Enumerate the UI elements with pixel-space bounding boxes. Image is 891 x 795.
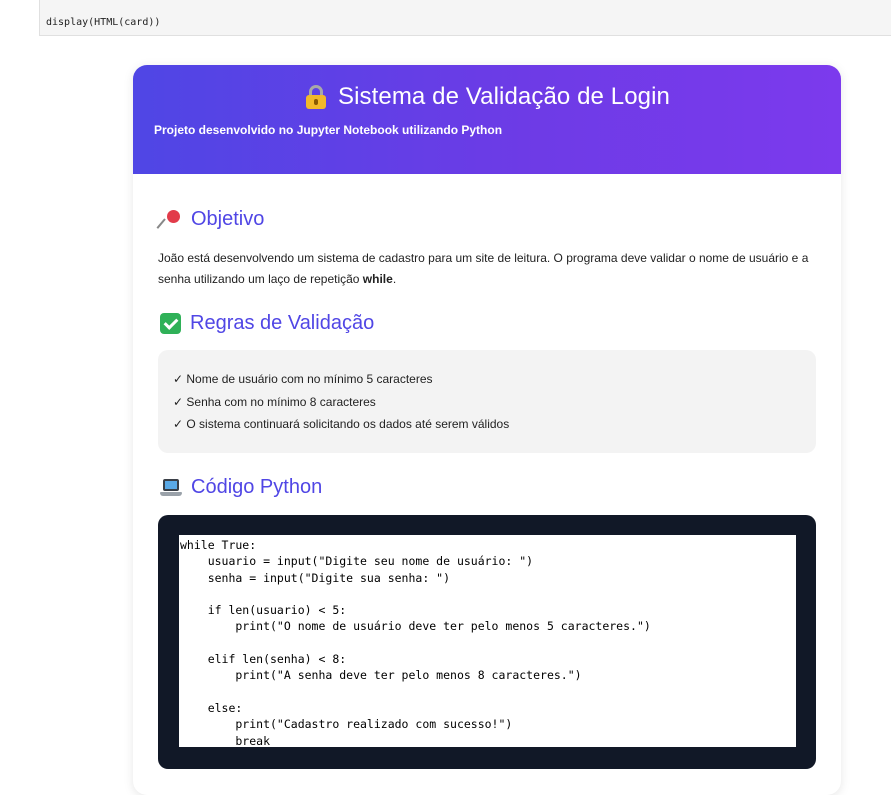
card-title: Sistema de Validação de Login bbox=[337, 83, 670, 110]
code-block: while True: usuario = input("Digite seu … bbox=[158, 515, 816, 769]
lock-icon bbox=[304, 84, 328, 110]
objetivo-text-end: . bbox=[392, 272, 397, 286]
card-header: Sistema de Validação de Login Projeto de… bbox=[133, 65, 841, 174]
while-keyword: while bbox=[362, 272, 393, 286]
codigo-heading: Código Python bbox=[160, 476, 322, 499]
pushpin-icon bbox=[156, 209, 182, 231]
validation-card: Sistema de Validação de Login Projeto de… bbox=[133, 65, 841, 795]
objetivo-text: João está desenvolvendo um sistema de ca… bbox=[158, 248, 822, 290]
rules-box: ✓ Nome de usuário com no mínimo 5 caract… bbox=[158, 350, 816, 453]
regras-heading-text: Regras de Validação bbox=[190, 312, 375, 334]
regras-heading: Regras de Validação bbox=[160, 312, 374, 335]
rule-item: ✓ Nome de usuário com no mínimo 5 caract… bbox=[173, 372, 433, 386]
objetivo-heading: Objetivo bbox=[156, 208, 265, 231]
cell-code: display(HTML(card)) bbox=[46, 17, 161, 28]
rule-item: ✓ Senha com no mínimo 8 caracteres bbox=[173, 395, 376, 409]
title-row: Sistema de Validação de Login bbox=[133, 83, 841, 111]
python-code[interactable]: while True: usuario = input("Digite seu … bbox=[179, 535, 796, 747]
codigo-heading-text: Código Python bbox=[191, 476, 323, 498]
laptop-icon bbox=[160, 478, 182, 498]
notebook-input-cell[interactable]: display(HTML(card)) bbox=[39, 0, 891, 36]
card-subtitle: Projeto desenvolvido no Jupyter Notebook… bbox=[154, 123, 503, 137]
check-box-icon bbox=[160, 313, 181, 334]
objetivo-text-start: João está desenvolvendo um sistema de ca… bbox=[158, 251, 809, 286]
objetivo-heading-text: Objetivo bbox=[191, 208, 265, 230]
rule-item: ✓ O sistema continuará solicitando os da… bbox=[173, 417, 510, 431]
